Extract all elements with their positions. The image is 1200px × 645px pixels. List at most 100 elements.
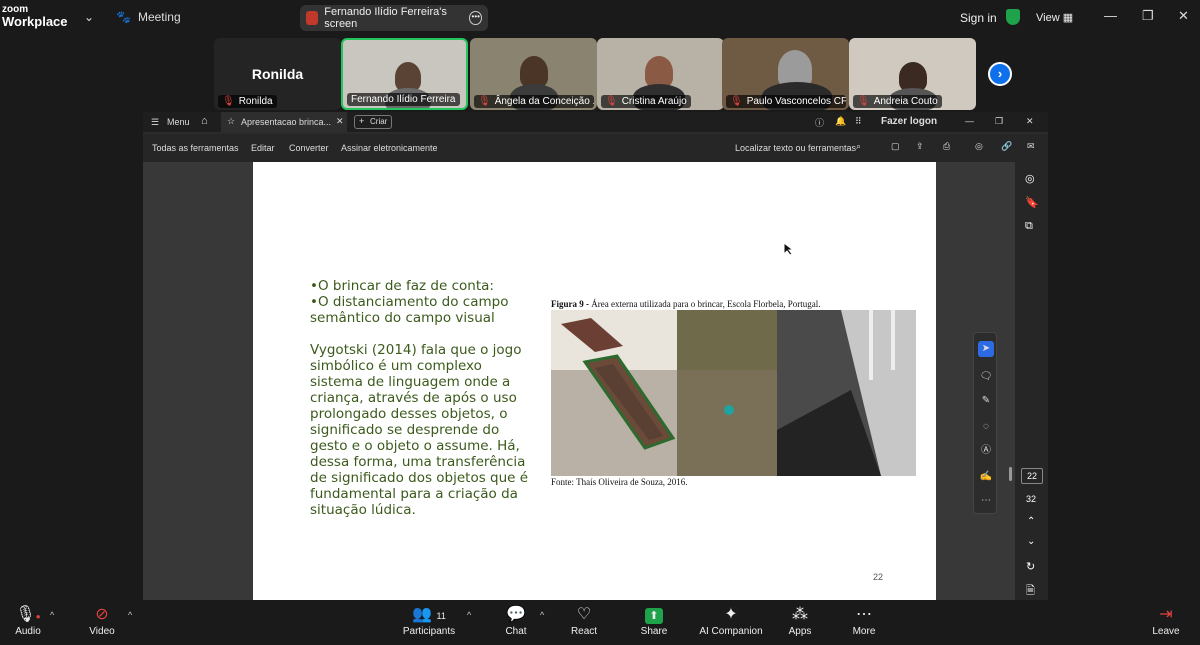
share-button[interactable]: ⬆ Share bbox=[636, 604, 672, 637]
acrobat-toolbar: Todas as ferramentas Editar Converter As… bbox=[143, 134, 1048, 162]
ai-companion-button[interactable]: ✦ AI Companion bbox=[696, 604, 766, 637]
tab-close-icon[interactable]: ✕ bbox=[336, 116, 344, 127]
react-button[interactable]: ♡ React bbox=[566, 604, 602, 637]
hamburger-icon[interactable]: ☰ bbox=[151, 117, 159, 128]
bell-icon[interactable]: 🔔 bbox=[835, 116, 846, 127]
meeting-info-button[interactable]: 🐾 Meeting bbox=[116, 10, 181, 24]
share-label: Share bbox=[640, 626, 668, 637]
video-button[interactable]: ⊘ Video bbox=[84, 604, 120, 637]
participant-tile-active-speaker[interactable]: Fernando Ilídio Ferreira bbox=[341, 38, 468, 110]
participants-count: 11 bbox=[436, 611, 446, 621]
apps-grid-icon[interactable]: ⠿ bbox=[855, 116, 862, 127]
react-label: React bbox=[570, 626, 598, 637]
create-button[interactable]: + Criar bbox=[354, 115, 392, 129]
create-label: Criar bbox=[370, 117, 388, 126]
participants-icon: 👥 bbox=[412, 606, 433, 623]
page-down-icon[interactable]: ⌄ bbox=[1027, 536, 1035, 547]
tool-edit[interactable]: Editar bbox=[251, 143, 275, 153]
apps-icon: ⁂ bbox=[792, 606, 808, 623]
link-icon[interactable]: 🔗 bbox=[1001, 141, 1012, 152]
page-up-icon[interactable]: ⌃ bbox=[1027, 516, 1035, 527]
chat-button[interactable]: 💬 Chat bbox=[500, 604, 532, 637]
mic-muted-icon: 🎙 bbox=[605, 96, 618, 107]
document-viewport[interactable]: •O brincar de faz de conta: •O distancia… bbox=[143, 162, 1015, 600]
save-icon[interactable]: ▢ bbox=[891, 141, 900, 152]
restore-icon[interactable]: ❐ bbox=[1142, 8, 1154, 24]
view-button[interactable]: View ▦ bbox=[1036, 11, 1073, 24]
pdf-page: •O brincar de faz de conta: •O distancia… bbox=[253, 162, 936, 600]
email-icon[interactable]: ✉ bbox=[1027, 141, 1035, 152]
audio-button[interactable]: 🎙● Audio bbox=[10, 604, 46, 637]
restore-icon[interactable]: ❐ bbox=[995, 116, 1003, 127]
print-icon[interactable]: ⎙ bbox=[943, 141, 950, 152]
view-label: View bbox=[1036, 12, 1060, 24]
page-number-input[interactable]: 22 bbox=[1021, 468, 1043, 484]
security-shield-icon[interactable] bbox=[1006, 9, 1020, 25]
chevron-right-icon: › bbox=[997, 66, 1003, 81]
search-tools-label[interactable]: Localizar texto ou ferramentas bbox=[735, 143, 856, 153]
ai-assistant-icon[interactable]: ◎ bbox=[975, 141, 983, 152]
select-cursor-icon[interactable]: ➤ bbox=[978, 341, 994, 357]
page-total: 32 bbox=[1026, 494, 1037, 504]
scrollbar-thumb[interactable] bbox=[1009, 467, 1012, 481]
text-select-icon[interactable]: Ⓐ bbox=[978, 443, 994, 459]
refresh-icon[interactable]: ↻ bbox=[1026, 560, 1035, 573]
fill-sign-icon[interactable]: ✍ bbox=[978, 469, 994, 485]
tool-esign[interactable]: Assinar eletronicamente bbox=[341, 143, 438, 153]
participants-button[interactable]: 👥 11 Participants bbox=[400, 604, 458, 637]
participants-caret[interactable]: ^ bbox=[467, 610, 471, 620]
document-tab[interactable]: ☆ Apresentacao brinca... ✕ bbox=[221, 112, 347, 132]
participant-name-label: 🎙 Cristina Araújo bbox=[601, 95, 691, 108]
plus-icon: + bbox=[359, 116, 365, 126]
participant-tile[interactable]: 🎙Paulo Vasconcelos CFC... bbox=[722, 38, 849, 110]
screen-share-label: Fernando Ilídio Ferreira's screen bbox=[324, 6, 447, 30]
ai-chat-icon[interactable]: ◎ bbox=[1025, 172, 1035, 185]
close-icon[interactable]: ✕ bbox=[1178, 8, 1189, 24]
screen-share-pill[interactable]: Fernando Ilídio Ferreira's screen ••• bbox=[300, 5, 488, 31]
participant-tile[interactable]: Ronilda 🎙 Ronilda bbox=[214, 38, 341, 110]
more-button[interactable]: ⋯ More bbox=[846, 604, 882, 637]
mic-muted-icon: 🎙 bbox=[857, 96, 870, 107]
figure-photos bbox=[551, 310, 916, 476]
minimize-icon[interactable]: — bbox=[965, 116, 974, 126]
help-icon[interactable]: ⓘ bbox=[815, 116, 824, 129]
chevron-down-icon[interactable]: ⌄ bbox=[84, 10, 94, 24]
tool-convert[interactable]: Converter bbox=[289, 143, 329, 153]
tool-all-tools[interactable]: Todas as ferramentas bbox=[152, 143, 239, 153]
participant-name-label: 🎙 Andreia Couto bbox=[853, 95, 942, 108]
zoom-logo: zoom Workplace bbox=[2, 4, 68, 28]
pages-icon[interactable]: ⧉ bbox=[1025, 220, 1033, 233]
next-participants-button[interactable]: › bbox=[988, 62, 1012, 86]
slide-paragraph: Vygotski (2014) fala que o jogo simbólic… bbox=[310, 342, 529, 518]
leave-button[interactable]: ⇥ Leave bbox=[1148, 604, 1184, 637]
comment-icon[interactable]: 🗨 bbox=[978, 369, 994, 385]
lasso-icon[interactable]: ◌ bbox=[978, 419, 994, 435]
meeting-controls: 🎙● Audio ^ ⊘ Video ^ 👥 11 Participants ^… bbox=[0, 600, 1200, 645]
participant-tile[interactable]: 🎙 Andreia Couto bbox=[849, 38, 976, 110]
home-icon[interactable]: ⌂ bbox=[201, 115, 208, 127]
save-page-icon[interactable]: 🗎 bbox=[1026, 582, 1035, 601]
login-button[interactable]: Fazer logon bbox=[881, 116, 937, 127]
video-label: Video bbox=[89, 626, 115, 637]
search-icon[interactable]: ⌕ bbox=[856, 141, 861, 152]
apps-button[interactable]: ⁂ Apps bbox=[782, 604, 818, 637]
leave-icon: ⇥ bbox=[1159, 606, 1173, 623]
sign-in-button[interactable]: Sign in bbox=[960, 11, 997, 25]
chat-caret[interactable]: ^ bbox=[540, 610, 544, 620]
video-options-caret[interactable]: ^ bbox=[128, 610, 132, 620]
more-icon[interactable]: ••• bbox=[469, 11, 482, 25]
more-tools-icon[interactable]: ⋯ bbox=[978, 493, 994, 509]
upload-icon[interactable]: ⇪ bbox=[916, 141, 924, 152]
participant-tile[interactable]: 🎙 Ângela da Conceição ... bbox=[470, 38, 597, 110]
bookmark-icon[interactable]: 🔖 bbox=[1025, 196, 1039, 209]
star-icon[interactable]: ☆ bbox=[227, 116, 235, 127]
participant-tile[interactable]: 🎙 Cristina Araújo bbox=[597, 38, 724, 110]
close-icon[interactable]: ✕ bbox=[1026, 116, 1034, 127]
minimize-icon[interactable]: — bbox=[1104, 8, 1117, 23]
highlight-pen-icon[interactable]: ✎ bbox=[978, 393, 994, 409]
participant-name-label: Fernando Ilídio Ferreira bbox=[347, 93, 460, 106]
menu-label[interactable]: Menu bbox=[167, 117, 190, 127]
chat-icon: 💬 bbox=[506, 606, 526, 623]
audio-options-caret[interactable]: ^ bbox=[50, 610, 54, 620]
top-bar: zoom Workplace ⌄ 🐾 Meeting Fernando Ilíd… bbox=[0, 0, 1200, 36]
